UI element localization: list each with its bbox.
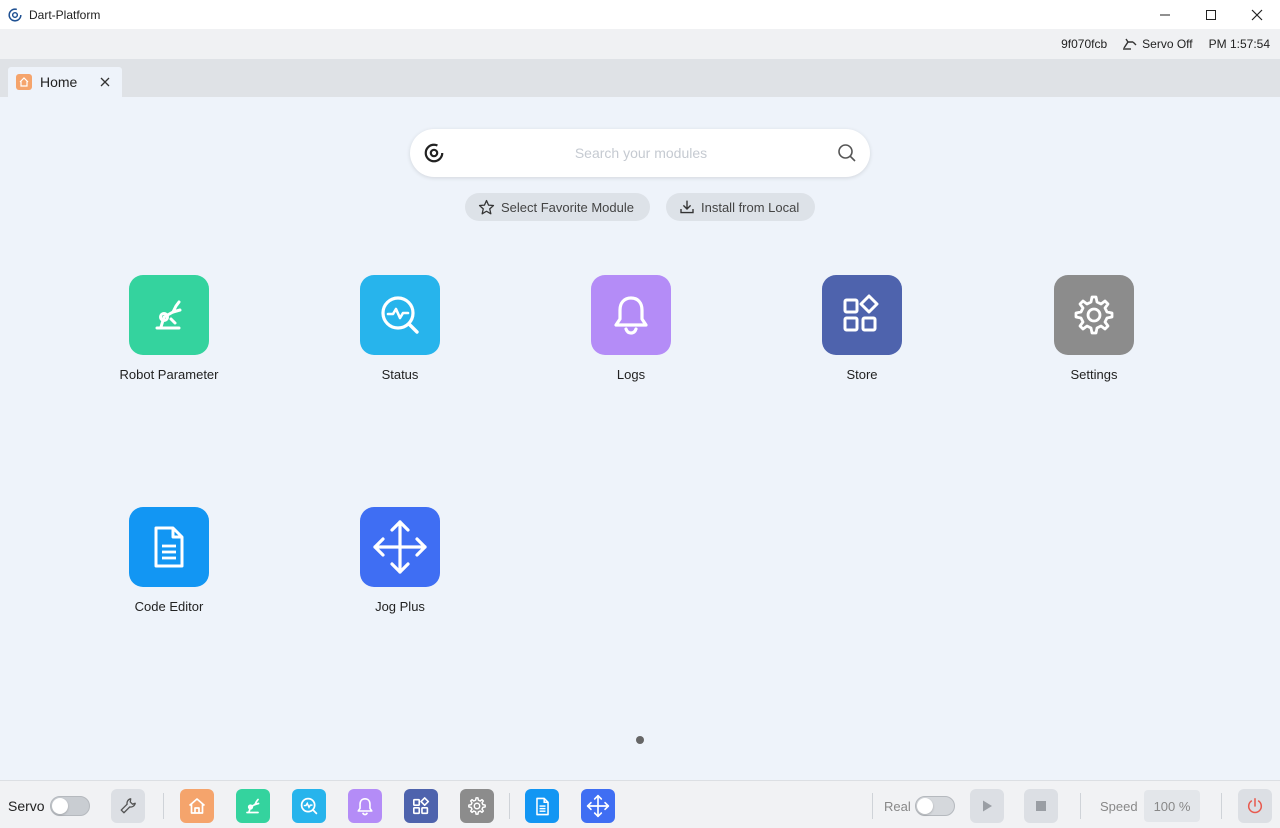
close-window-button[interactable] <box>1234 0 1280 29</box>
toolbar-separator <box>872 793 873 819</box>
jog-plus-tile[interactable] <box>360 507 440 587</box>
module-settings[interactable]: Settings <box>1014 275 1174 382</box>
star-icon <box>478 199 495 214</box>
speed-value-field[interactable]: 100 % <box>1144 790 1200 822</box>
status-bar: 9f070fcb Servo Off PM 1:57:54 <box>0 29 1280 59</box>
move-arrows-icon <box>373 520 427 574</box>
robot-arm-status-icon <box>1123 38 1137 50</box>
module-logs[interactable]: Logs <box>551 275 711 382</box>
status-monitor-icon <box>381 296 419 334</box>
toolbar-separator <box>1221 793 1222 819</box>
servo-toggle-knob <box>52 798 68 814</box>
bottom-toolbar: Servo Real Speed 100 % <box>0 780 1280 828</box>
code-editor-tile[interactable] <box>129 507 209 587</box>
bell-icon <box>357 797 373 815</box>
module-label: Logs <box>616 367 646 382</box>
toolbar-separator <box>163 793 164 819</box>
toolbar-separator <box>509 793 510 819</box>
dart-logo-icon <box>423 142 445 164</box>
download-icon <box>680 200 694 214</box>
wrench-icon <box>120 798 136 814</box>
search-input[interactable] <box>445 129 837 177</box>
module-label: Jog Plus <box>375 599 425 614</box>
maximize-button[interactable] <box>1188 0 1234 29</box>
grid-apps-icon <box>843 294 879 332</box>
status-monitor-icon <box>300 797 318 815</box>
servo-toggle[interactable] <box>50 796 90 816</box>
install-from-local-button[interactable]: Install from Local <box>666 193 815 221</box>
real-mode-toggle[interactable] <box>915 796 955 816</box>
toolbar-store-button[interactable] <box>404 789 438 823</box>
minimize-icon <box>1160 14 1170 15</box>
title-bar: Dart-Platform <box>0 0 1280 29</box>
power-icon <box>1247 798 1263 814</box>
module-search-bar <box>410 129 870 177</box>
tab-strip: Home <box>0 59 1280 97</box>
robot-arm-icon <box>155 300 182 330</box>
robot-parameter-tile[interactable] <box>129 275 209 355</box>
servo-status-text: Servo Off <box>1142 37 1193 51</box>
toolbar-separator <box>1080 793 1081 819</box>
move-arrows-icon <box>586 794 610 818</box>
home-icon <box>188 798 206 814</box>
status-tile[interactable] <box>360 275 440 355</box>
maximize-icon <box>1206 9 1216 20</box>
stop-button[interactable] <box>1024 789 1058 823</box>
minimize-button[interactable] <box>1142 0 1188 29</box>
robot-arm-icon <box>246 798 260 814</box>
device-id: 9f070fcb <box>1061 37 1108 51</box>
close-icon <box>1251 9 1263 20</box>
logs-tile[interactable] <box>591 275 671 355</box>
speed-label: Speed <box>1100 799 1138 814</box>
tab-home[interactable]: Home <box>8 67 122 97</box>
gear-icon <box>1074 295 1114 335</box>
toolbar-jog-plus-button[interactable] <box>581 789 615 823</box>
install-from-local-label: Install from Local <box>701 199 800 215</box>
clock: PM 1:57:54 <box>1208 37 1270 51</box>
play-button[interactable] <box>970 789 1004 823</box>
tab-close-icon[interactable] <box>100 74 110 90</box>
document-icon <box>154 526 184 568</box>
grid-apps-icon <box>412 796 429 814</box>
module-label: Status <box>381 367 419 382</box>
window-title: Dart-Platform <box>29 7 101 22</box>
page-indicator-dot[interactable] <box>636 736 644 744</box>
toolbar-logs-button[interactable] <box>348 789 382 823</box>
module-robot-parameter[interactable]: Robot Parameter <box>89 275 249 382</box>
select-favorite-label: Select Favorite Module <box>501 199 634 215</box>
toolbar-code-editor-button[interactable] <box>525 789 559 823</box>
module-label: Store <box>846 367 878 382</box>
module-code-editor[interactable]: Code Editor <box>89 507 249 614</box>
bell-icon <box>614 296 648 335</box>
tab-home-label: Home <box>40 74 78 90</box>
real-mode-toggle-knob <box>917 798 933 814</box>
module-status[interactable]: Status <box>320 275 480 382</box>
gear-icon <box>468 797 486 815</box>
module-label: Code Editor <box>134 599 204 614</box>
module-label: Robot Parameter <box>119 367 219 382</box>
home-icon <box>16 74 32 90</box>
search-icon[interactable] <box>837 143 857 163</box>
select-favorite-button[interactable]: Select Favorite Module <box>465 193 650 221</box>
module-jog-plus[interactable]: Jog Plus <box>320 507 480 614</box>
real-mode-label: Real <box>884 799 911 814</box>
servo-status: Servo Off <box>1123 37 1193 51</box>
document-icon <box>535 797 549 815</box>
toolbar-settings-button[interactable] <box>460 789 494 823</box>
servo-label: Servo <box>8 798 45 814</box>
toolbar-status-button[interactable] <box>292 789 326 823</box>
power-button[interactable] <box>1238 789 1272 823</box>
module-store[interactable]: Store <box>782 275 942 382</box>
stop-icon <box>1036 801 1046 811</box>
module-label: Settings <box>1070 367 1118 382</box>
toolbar-robot-parameter-button[interactable] <box>236 789 270 823</box>
play-icon <box>983 800 992 812</box>
app-logo-icon <box>8 7 22 22</box>
store-tile[interactable] <box>822 275 902 355</box>
tools-button[interactable] <box>111 789 145 823</box>
settings-tile[interactable] <box>1054 275 1134 355</box>
toolbar-home-button[interactable] <box>180 789 214 823</box>
